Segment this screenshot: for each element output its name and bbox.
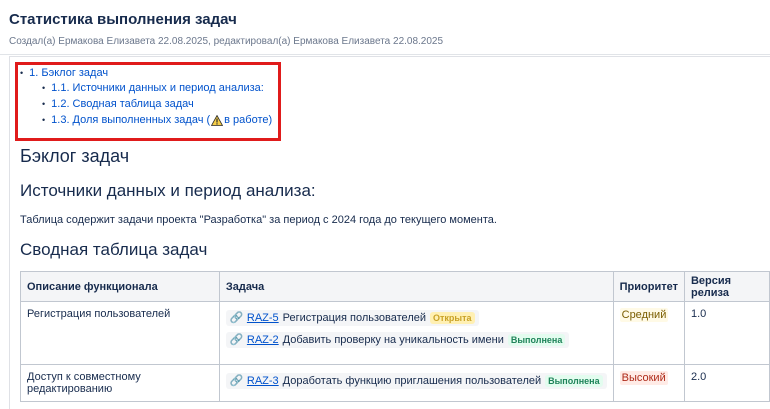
task-chip[interactable]: 🔗 RAZ-3 Доработать функцию приглашения п… [225,373,607,389]
task-key-link[interactable]: RAZ-2 [247,334,279,346]
page-title: Статистика выполнения задач [9,11,237,28]
priority-badge: Средний [619,308,669,322]
toc-item-1[interactable]: • 1. Бэклог задач [20,67,108,79]
task-key-link[interactable]: RAZ-5 [247,312,279,324]
toc-item-1-2-label[interactable]: 1.2. Сводная таблица задач [51,98,194,110]
task-cell: 🔗 RAZ-5 Регистрация пользователей Открыт… [218,301,614,365]
version-cell: 2.0 [683,364,770,402]
page-meta: Создал(а) Ермакова Елизавета 22.08.2025,… [9,36,444,47]
header-task: Задача [218,271,614,302]
table-header-row: Описание функционала Задача Приоритет Ве… [20,271,770,302]
link-icon: 🔗 [229,375,244,387]
toc-item-1-2[interactable]: • 1.2. Сводная таблица задач [42,98,194,110]
tasks-table: Описание функционала Задача Приоритет Ве… [20,271,770,402]
priority-cell: Высокий [612,364,685,402]
heading-sources: Источники данных и период анализа: [20,181,316,200]
task-title: Добавить проверку на уникальность имени [282,334,504,346]
table-row: Доступ к совместному редактированию 🔗 RA… [20,364,770,402]
header-priority: Приоритет [612,271,685,302]
warning-icon [211,114,224,126]
heading-summary: Сводная таблица задач [20,240,208,259]
status-badge: Открыта [430,312,475,324]
bullet: • [42,99,46,109]
toc-item-1-3-prefix[interactable]: 1.3. Доля выполненных задач ( [51,114,210,126]
toc-item-1-1[interactable]: • 1.1. Источники данных и период анализа… [42,82,264,94]
toc-item-1-label[interactable]: 1. Бэклог задач [29,67,108,79]
bullet: • [42,83,46,93]
toc-item-1-3-suffix[interactable]: в работе) [224,114,272,126]
link-icon: 🔗 [229,312,244,324]
header-divider [0,54,770,55]
task-title: Регистрация пользователей [282,312,426,324]
task-title: Доработать функцию приглашения пользоват… [282,375,542,387]
status-badge: Выполнена [507,334,566,346]
header-feature: Описание функционала [20,271,220,302]
feature-cell: Доступ к совместному редактированию [20,364,220,402]
task-cell: 🔗 RAZ-3 Доработать функцию приглашения п… [218,364,614,402]
task-chip[interactable]: 🔗 RAZ-2 Добавить проверку на уникальност… [225,332,570,348]
sources-text: Таблица содержит задачи проекта "Разрабо… [20,214,497,226]
task-chip[interactable]: 🔗 RAZ-5 Регистрация пользователей Открыт… [225,310,479,326]
header-version: Версия релиза [683,271,770,302]
toc-item-1-1-label[interactable]: 1.1. Источники данных и период анализа: [51,82,264,94]
feature-cell: Регистрация пользователей [20,301,220,365]
toc-item-1-3[interactable]: • 1.3. Доля выполненных задач ( в работе… [42,114,272,126]
bullet: • [42,115,46,125]
link-icon: 🔗 [229,334,244,346]
table-row: Регистрация пользователей 🔗 RAZ-5 Регист… [20,301,770,365]
version-cell: 1.0 [683,301,770,365]
priority-badge: Высокий [619,371,668,385]
heading-backlog: Бэклог задач [20,146,130,166]
priority-cell: Средний [612,301,685,365]
task-key-link[interactable]: RAZ-3 [247,375,279,387]
bullet: • [20,68,24,78]
status-badge: Выполнена [545,375,603,387]
